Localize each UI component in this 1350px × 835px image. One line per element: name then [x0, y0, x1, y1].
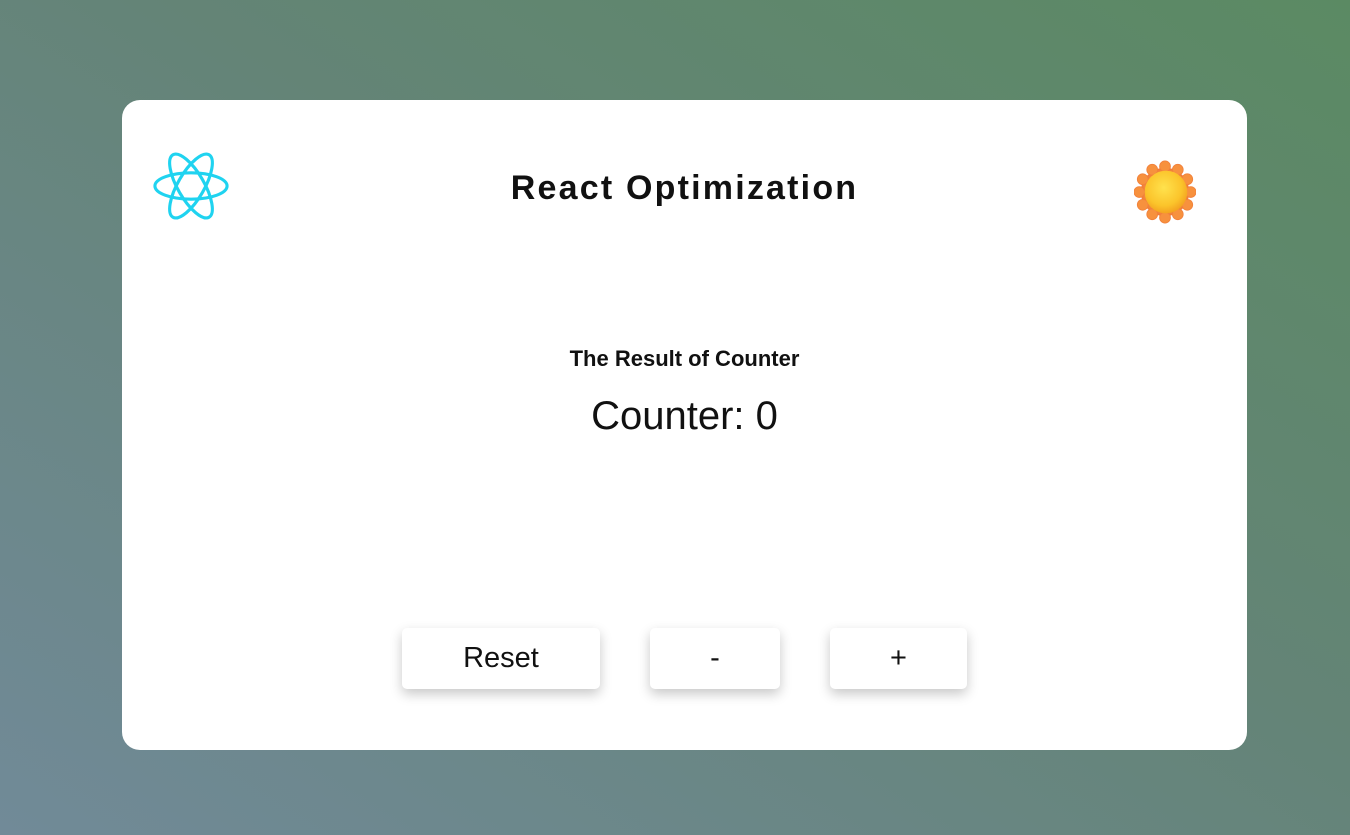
decrement-button[interactable]: -	[650, 628, 780, 689]
counter-value: 0	[755, 394, 778, 438]
sun-icon[interactable]	[1134, 160, 1196, 224]
counter-subtitle: The Result of Counter	[569, 346, 800, 371]
reset-button[interactable]: Reset	[402, 628, 600, 689]
page-title: React Optimization	[510, 169, 859, 207]
increment-button[interactable]: +	[830, 628, 967, 689]
counter-display: Counter: 0	[122, 392, 1247, 440]
counter-label: Counter:	[591, 394, 756, 438]
main-card: React Optimization The Result of Counter…	[122, 100, 1247, 750]
